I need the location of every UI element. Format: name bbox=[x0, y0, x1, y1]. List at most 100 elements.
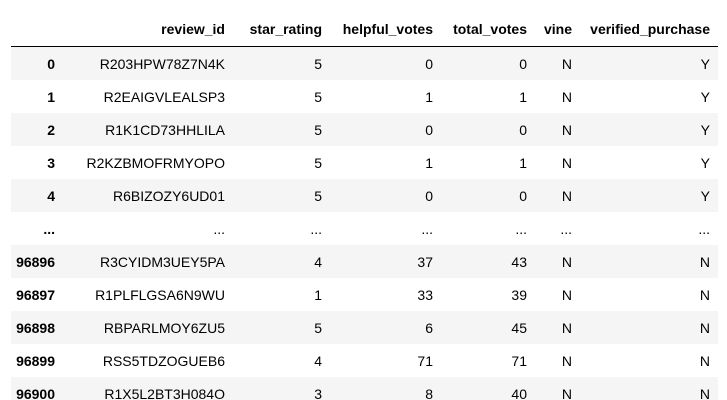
header-vine: vine bbox=[535, 13, 580, 47]
cell-helpful-votes: 33 bbox=[417, 286, 433, 303]
table-row: 96896 R3CYIDM3UEY5PA 4 37 43 N N bbox=[11, 245, 718, 278]
cell-review-id: ... bbox=[213, 220, 225, 237]
table-body: 0 R203HPW78Z7N4K 5 0 0 N Y 1 R2EAIGVLEALSP3 5 1 1 N Y… bbox=[11, 46, 718, 400]
cell-total-votes: 0 bbox=[519, 187, 527, 204]
row-index: 96896 bbox=[16, 253, 55, 270]
cell-vine: N bbox=[561, 55, 572, 72]
table-row: 96899 RSS5TDZOGUEB6 4 71 71 N N bbox=[11, 344, 718, 377]
cell-helpful-votes: 1 bbox=[425, 88, 433, 105]
cell-total-votes: 0 bbox=[519, 121, 527, 138]
cell-helpful-votes: 0 bbox=[425, 187, 433, 204]
cell-review-id: R6BIZOZY6UD01 bbox=[112, 187, 225, 204]
cell-review-id: R1X5L2BT3H084O bbox=[104, 385, 225, 400]
cell-star-rating: 4 bbox=[314, 253, 322, 270]
cell-star-rating: 1 bbox=[314, 286, 322, 303]
cell-total-votes: 0 bbox=[519, 55, 527, 72]
cell-star-rating: 3 bbox=[314, 385, 322, 400]
cell-verified-purchase: Y bbox=[700, 55, 710, 72]
cell-total-votes: 45 bbox=[511, 319, 527, 336]
cell-helpful-votes: 6 bbox=[425, 319, 433, 336]
cell-vine: N bbox=[561, 121, 572, 138]
cell-verified-purchase: N bbox=[699, 319, 710, 336]
cell-vine: N bbox=[561, 352, 572, 369]
cell-review-id: RBPARLMOY6ZU5 bbox=[103, 319, 225, 336]
table-row: 96897 R1PLFLGSA6N9WU 1 33 39 N N bbox=[11, 278, 718, 311]
cell-review-id: R1K1CD73HHLILA bbox=[105, 121, 225, 138]
cell-verified-purchase: N bbox=[699, 385, 710, 400]
cell-review-id: R203HPW78Z7N4K bbox=[99, 55, 225, 72]
table-row: 1 R2EAIGVLEALSP3 5 1 1 N Y bbox=[11, 80, 718, 113]
header-row: review_id star_rating helpful_votes tota… bbox=[11, 13, 718, 47]
cell-helpful-votes: 71 bbox=[417, 352, 433, 369]
cell-helpful-votes: 0 bbox=[425, 121, 433, 138]
row-index: 4 bbox=[47, 187, 55, 204]
cell-verified-purchase: N bbox=[699, 352, 710, 369]
cell-review-id: R2EAIGVLEALSP3 bbox=[103, 88, 225, 105]
cell-star-rating: 5 bbox=[314, 187, 322, 204]
header-total-votes: total_votes bbox=[441, 13, 535, 47]
header-star-rating: star_rating bbox=[233, 13, 330, 47]
header-helpful-votes: helpful_votes bbox=[330, 13, 441, 47]
cell-total-votes: ... bbox=[515, 220, 527, 237]
cell-review-id: RSS5TDZOGUEB6 bbox=[102, 352, 225, 369]
table-row: ..................... bbox=[11, 212, 718, 245]
cell-helpful-votes: 1 bbox=[425, 154, 433, 171]
row-index: 3 bbox=[47, 154, 55, 171]
cell-verified-purchase: N bbox=[699, 253, 710, 270]
cell-star-rating: 5 bbox=[314, 319, 322, 336]
row-index: 96898 bbox=[16, 319, 55, 336]
cell-vine: N bbox=[561, 88, 572, 105]
cell-verified-purchase: Y bbox=[700, 121, 710, 138]
table-row: 3 R2KZBMOFRMYOPO 5 1 1 N Y bbox=[11, 146, 718, 179]
cell-vine: N bbox=[561, 253, 572, 270]
cell-review-id: R2KZBMOFRMYOPO bbox=[86, 154, 225, 171]
row-index: 0 bbox=[47, 55, 55, 72]
cell-vine: N bbox=[561, 187, 572, 204]
header-review-id: review_id bbox=[63, 13, 233, 47]
cell-total-votes: 40 bbox=[511, 385, 527, 400]
header-verified-purchase: verified_purchase bbox=[580, 13, 718, 47]
cell-star-rating: ... bbox=[310, 220, 322, 237]
row-index: 96897 bbox=[16, 286, 55, 303]
row-index: 96900 bbox=[16, 385, 55, 400]
cell-star-rating: 5 bbox=[314, 55, 322, 72]
cell-star-rating: 5 bbox=[314, 154, 322, 171]
cell-vine: N bbox=[561, 319, 572, 336]
row-index: 96899 bbox=[16, 352, 55, 369]
cell-verified-purchase: N bbox=[699, 286, 710, 303]
row-index: 1 bbox=[47, 88, 55, 105]
table-row: 4 R6BIZOZY6UD01 5 0 0 N Y bbox=[11, 179, 718, 212]
cell-star-rating: 5 bbox=[314, 121, 322, 138]
cell-helpful-votes: 0 bbox=[425, 55, 433, 72]
cell-vine: N bbox=[561, 154, 572, 171]
cell-helpful-votes: 8 bbox=[425, 385, 433, 400]
cell-review-id: R1PLFLGSA6N9WU bbox=[95, 286, 225, 303]
table-row: 2 R1K1CD73HHLILA 5 0 0 N Y bbox=[11, 113, 718, 146]
cell-vine: N bbox=[561, 385, 572, 400]
dataframe-table: review_id star_rating helpful_votes tota… bbox=[11, 13, 718, 400]
cell-helpful-votes: ... bbox=[421, 220, 433, 237]
dataframe-output: review_id star_rating helpful_votes tota… bbox=[0, 0, 727, 400]
cell-total-votes: 71 bbox=[511, 352, 527, 369]
row-index: 2 bbox=[47, 121, 55, 138]
cell-verified-purchase: Y bbox=[700, 187, 710, 204]
header-index bbox=[11, 13, 63, 47]
cell-vine: ... bbox=[560, 220, 572, 237]
cell-total-votes: 1 bbox=[519, 88, 527, 105]
cell-helpful-votes: 37 bbox=[417, 253, 433, 270]
cell-total-votes: 43 bbox=[511, 253, 527, 270]
cell-star-rating: 4 bbox=[314, 352, 322, 369]
table-row: 96900 R1X5L2BT3H084O 3 8 40 N N bbox=[11, 377, 718, 400]
cell-vine: N bbox=[561, 286, 572, 303]
table-row: 96898 RBPARLMOY6ZU5 5 6 45 N N bbox=[11, 311, 718, 344]
cell-verified-purchase: ... bbox=[698, 220, 710, 237]
table-header: review_id star_rating helpful_votes tota… bbox=[11, 13, 718, 47]
table-row: 0 R203HPW78Z7N4K 5 0 0 N Y bbox=[11, 46, 718, 80]
row-index: ... bbox=[43, 220, 55, 237]
cell-total-votes: 1 bbox=[519, 154, 527, 171]
cell-star-rating: 5 bbox=[314, 88, 322, 105]
cell-verified-purchase: Y bbox=[700, 154, 710, 171]
cell-verified-purchase: Y bbox=[700, 88, 710, 105]
cell-total-votes: 39 bbox=[511, 286, 527, 303]
cell-review-id: R3CYIDM3UEY5PA bbox=[99, 253, 225, 270]
